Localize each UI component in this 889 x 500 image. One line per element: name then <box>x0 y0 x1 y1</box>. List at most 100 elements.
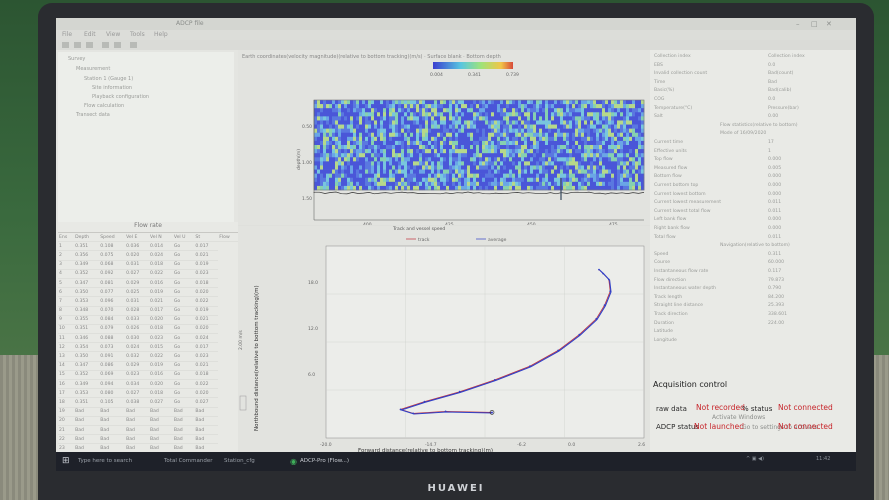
save-icon[interactable] <box>86 42 93 48</box>
table-row[interactable]: 16 0.349 0.094 0.034 0.020 Go 0.022 <box>58 379 238 390</box>
close-icon[interactable]: ✕ <box>826 20 832 28</box>
heatmap-cell <box>587 116 591 121</box>
tree-item-transect[interactable]: Transect data <box>76 112 110 118</box>
heatmap-cell <box>434 136 438 142</box>
tree-item-station[interactable]: Station 1 (Gauge 1) <box>84 76 133 82</box>
heatmap-cell <box>575 153 579 158</box>
heatmap-cell <box>560 136 564 142</box>
table-cell: 0.355 <box>74 315 100 325</box>
tree-item-flow-calc[interactable]: Flow calculation <box>84 103 124 109</box>
property-row: Duration 224.00 <box>650 321 856 329</box>
heatmap-cell <box>452 177 456 183</box>
flow-table-header[interactable]: Depth <box>74 233 100 243</box>
table-row[interactable]: 11 0.346 0.088 0.030 0.023 Go 0.024 <box>58 333 238 344</box>
taskbar-app-total-commander[interactable]: Total Commander <box>164 455 213 468</box>
heatmap-cell <box>542 181 546 187</box>
heatmap-cell <box>533 157 537 162</box>
heatmap-cell <box>392 116 396 121</box>
table-row[interactable]: 2 0.356 0.075 0.020 0.024 Go 0.021 <box>58 250 238 261</box>
heatmap-cell <box>416 124 420 129</box>
taskbar-search[interactable]: Type here to search <box>78 455 132 468</box>
maximize-icon[interactable]: □ <box>811 20 818 28</box>
table-row[interactable]: 18 0.351 0.105 0.038 0.027 Go 0.027 <box>58 397 238 408</box>
table-row[interactable]: 20 Bad Bad Bad Bad Bad Bad <box>58 416 238 426</box>
taskbar-app-station-cfg[interactable]: Station_cfg <box>224 455 255 468</box>
menu-view[interactable]: View <box>106 31 120 38</box>
table-row[interactable]: 10 0.351 0.079 0.026 0.018 Go 0.020 <box>58 324 238 335</box>
table-row[interactable]: 21 Bad Bad Bad Bad Bad Bad <box>58 425 238 436</box>
contour-chart[interactable]: Earth coordinates(velocity magnitude)(re… <box>238 50 650 225</box>
heatmap-cell <box>380 108 384 113</box>
track-chart[interactable]: Track and vessel speedtrack averageNorthb… <box>238 226 650 452</box>
table-cell: 0.353 <box>74 296 100 307</box>
settings-icon[interactable] <box>130 42 137 48</box>
heatmap-cell <box>491 161 495 166</box>
flow-table-header[interactable]: Vel E <box>125 233 149 243</box>
heatmap-cell <box>563 120 567 125</box>
heatmap-cell <box>449 165 453 170</box>
heatmap-cell <box>380 157 384 162</box>
menu-help[interactable]: Help <box>154 31 168 38</box>
flow-table-header[interactable]: Speed <box>99 233 126 243</box>
table-row[interactable]: 6 0.350 0.077 0.025 0.019 Go 0.020 <box>58 287 238 298</box>
table-row[interactable]: 3 0.349 0.068 0.031 0.018 Go 0.019 <box>58 260 238 270</box>
tree-item-survey[interactable]: Survey <box>68 56 85 62</box>
open-icon[interactable] <box>74 42 81 48</box>
menu-tools[interactable]: Tools <box>130 31 145 38</box>
heatmap-cell <box>524 145 528 150</box>
property-row: Latitude <box>650 329 856 337</box>
menu-file[interactable]: File <box>62 31 72 38</box>
flow-table-header[interactable]: Vel U <box>172 233 195 243</box>
heatmap-cell <box>563 177 567 183</box>
table-row[interactable]: 4 0.352 0.092 0.027 0.022 Go 0.023 <box>58 269 238 279</box>
heatmap-cell <box>593 185 597 191</box>
track-point <box>607 278 610 281</box>
heatmap-cell <box>566 112 570 117</box>
heatmap-cell <box>605 136 609 142</box>
table-row[interactable]: 15 0.352 0.069 0.023 0.016 Go 0.018 <box>58 370 238 381</box>
heatmap-cell <box>398 128 402 134</box>
table-row[interactable]: 13 0.350 0.091 0.032 0.022 Go 0.023 <box>58 351 238 362</box>
tree-item-playback[interactable]: Playback configuration <box>92 94 149 100</box>
heatmap-cell <box>527 136 531 142</box>
flow-table-header[interactable]: Ens <box>58 233 75 243</box>
table-row[interactable]: 12 0.354 0.073 0.024 0.015 Go 0.017 <box>58 342 238 353</box>
tray-icons[interactable]: ^ ▣ ◀) <box>746 456 764 462</box>
adcp-status-label: ADCP status <box>656 423 700 431</box>
table-row[interactable]: 14 0.347 0.086 0.029 0.019 Go 0.021 <box>58 361 238 371</box>
heatmap-cell <box>365 157 369 162</box>
heatmap-cell <box>440 165 444 170</box>
heatmap-cell <box>443 165 447 170</box>
heatmap-cell <box>497 149 501 154</box>
heatmap-cell <box>533 112 537 117</box>
table-row[interactable]: 19 Bad Bad Bad Bad Bad Bad <box>58 407 238 417</box>
stop-icon[interactable] <box>114 42 121 48</box>
heatmap-cell <box>617 100 621 105</box>
tree-item-site-info[interactable]: Site information <box>92 85 132 91</box>
table-row[interactable]: 17 0.353 0.080 0.027 0.018 Go 0.020 <box>58 388 238 399</box>
heatmap-cell <box>389 132 393 138</box>
table-cell: 22 <box>58 434 75 445</box>
table-row[interactable]: 7 0.353 0.096 0.031 0.021 Go 0.022 <box>58 296 238 307</box>
heatmap-cell <box>464 153 468 158</box>
table-row[interactable]: 22 Bad Bad Bad Bad Bad Bad <box>58 434 238 445</box>
flow-table-header[interactable]: Vel N <box>148 233 173 243</box>
table-row[interactable]: 8 0.348 0.070 0.028 0.017 Go 0.019 <box>58 306 238 316</box>
play-icon[interactable] <box>102 42 109 48</box>
tree-item-measurement[interactable]: Measurement <box>76 66 110 72</box>
windows-start-icon[interactable]: ⊞ <box>62 455 70 468</box>
flow-table-header[interactable]: Flow <box>218 233 238 243</box>
taskbar-app-adcp[interactable]: ADCP-Pro (Flow...) <box>300 455 349 468</box>
table-row[interactable]: 9 0.355 0.084 0.033 0.020 Go 0.021 <box>58 315 238 325</box>
heatmap-cell <box>332 108 336 113</box>
menu-edit[interactable]: Edit <box>84 31 96 38</box>
heatmap-cell <box>407 120 411 125</box>
adcp-app-icon[interactable]: ◉ <box>290 455 297 468</box>
minimize-icon[interactable]: – <box>796 20 800 28</box>
heatmap-cell <box>419 161 423 166</box>
flow-table-header[interactable]: St <box>194 233 219 243</box>
table-row[interactable]: 1 0.351 0.108 0.036 0.014 Go 0.017 <box>58 241 238 252</box>
heatmap-cell <box>359 157 363 162</box>
table-row[interactable]: 5 0.347 0.081 0.029 0.016 Go 0.018 <box>58 278 238 289</box>
new-icon[interactable] <box>62 42 69 48</box>
